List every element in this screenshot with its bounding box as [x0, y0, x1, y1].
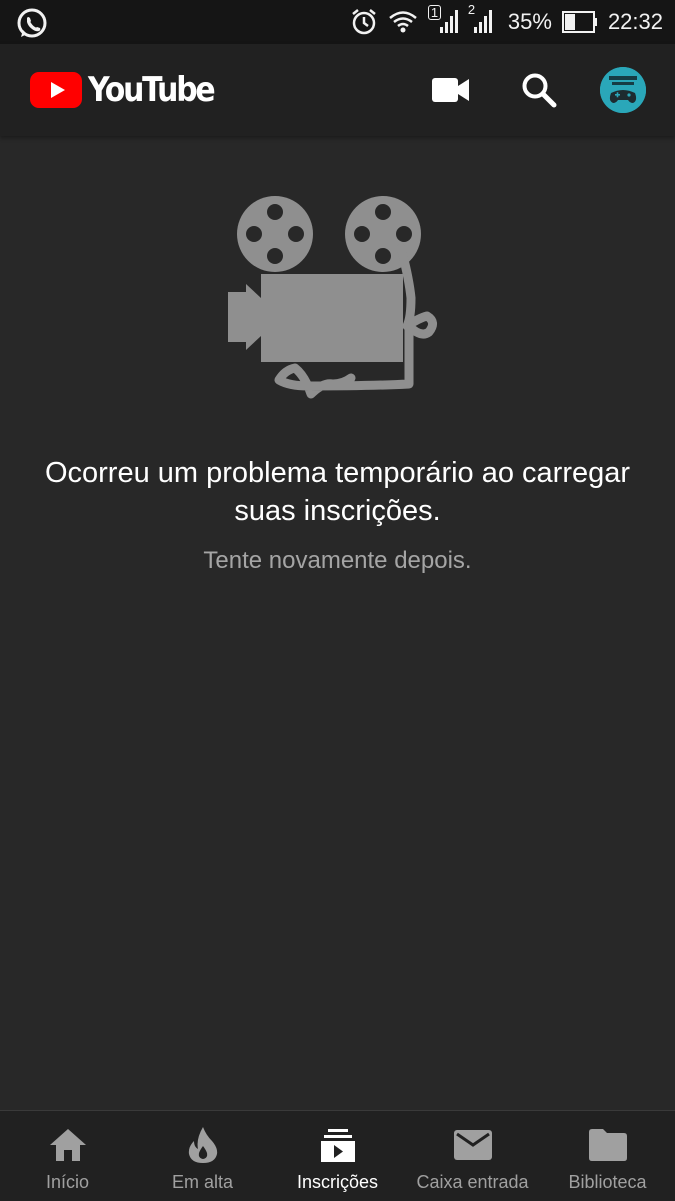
brand-name: YouTube	[88, 70, 216, 110]
app-bar: YouTube	[0, 44, 675, 136]
error-title: Ocorreu um problema temporário ao carreg…	[44, 457, 631, 527]
nav-item-inbox[interactable]: Caixa entrada	[405, 1111, 540, 1201]
video-camera-icon	[432, 78, 469, 102]
home-icon	[48, 1125, 88, 1165]
status-bar: 1 2 35% 22:32	[0, 0, 675, 44]
search-button[interactable]	[515, 66, 563, 114]
error-subtitle: Tente novamente depois.	[203, 547, 472, 574]
upload-video-button[interactable]	[427, 66, 475, 114]
nav-label: Início	[45, 1172, 90, 1192]
nav-item-home[interactable]: Início	[0, 1111, 135, 1201]
nav-item-library[interactable]: Biblioteca	[540, 1111, 675, 1201]
youtube-play-icon	[30, 72, 82, 108]
nav-label: Em alta	[171, 1172, 234, 1192]
battery-percent: 35%	[507, 9, 552, 34]
search-icon	[522, 73, 557, 108]
nav-item-trending[interactable]: Em alta	[135, 1111, 270, 1201]
subscriptions-icon	[318, 1125, 358, 1165]
signal-icon: 2	[468, 3, 498, 37]
nav-label: Biblioteca	[568, 1172, 647, 1192]
clock: 22:32	[607, 9, 663, 34]
folder-icon	[588, 1125, 628, 1165]
whatsapp-icon	[14, 6, 50, 42]
alarm-icon	[352, 9, 376, 35]
nav-item-subscriptions[interactable]: Inscrições	[270, 1111, 405, 1201]
bottom-navigation: Início Em alta Inscrições Caixa entrada …	[0, 1110, 675, 1201]
battery-icon	[561, 11, 597, 33]
wifi-icon	[389, 11, 417, 33]
youtube-logo[interactable]: YouTube	[30, 70, 231, 110]
nav-label: Caixa entrada	[416, 1172, 529, 1192]
account-button[interactable]	[599, 66, 647, 114]
signal-icon: 1	[427, 5, 458, 37]
mail-icon	[453, 1125, 493, 1165]
flame-icon	[183, 1125, 223, 1165]
avatar	[600, 67, 646, 113]
film-projector-icon	[220, 188, 460, 438]
nav-label: Inscrições	[296, 1172, 379, 1192]
